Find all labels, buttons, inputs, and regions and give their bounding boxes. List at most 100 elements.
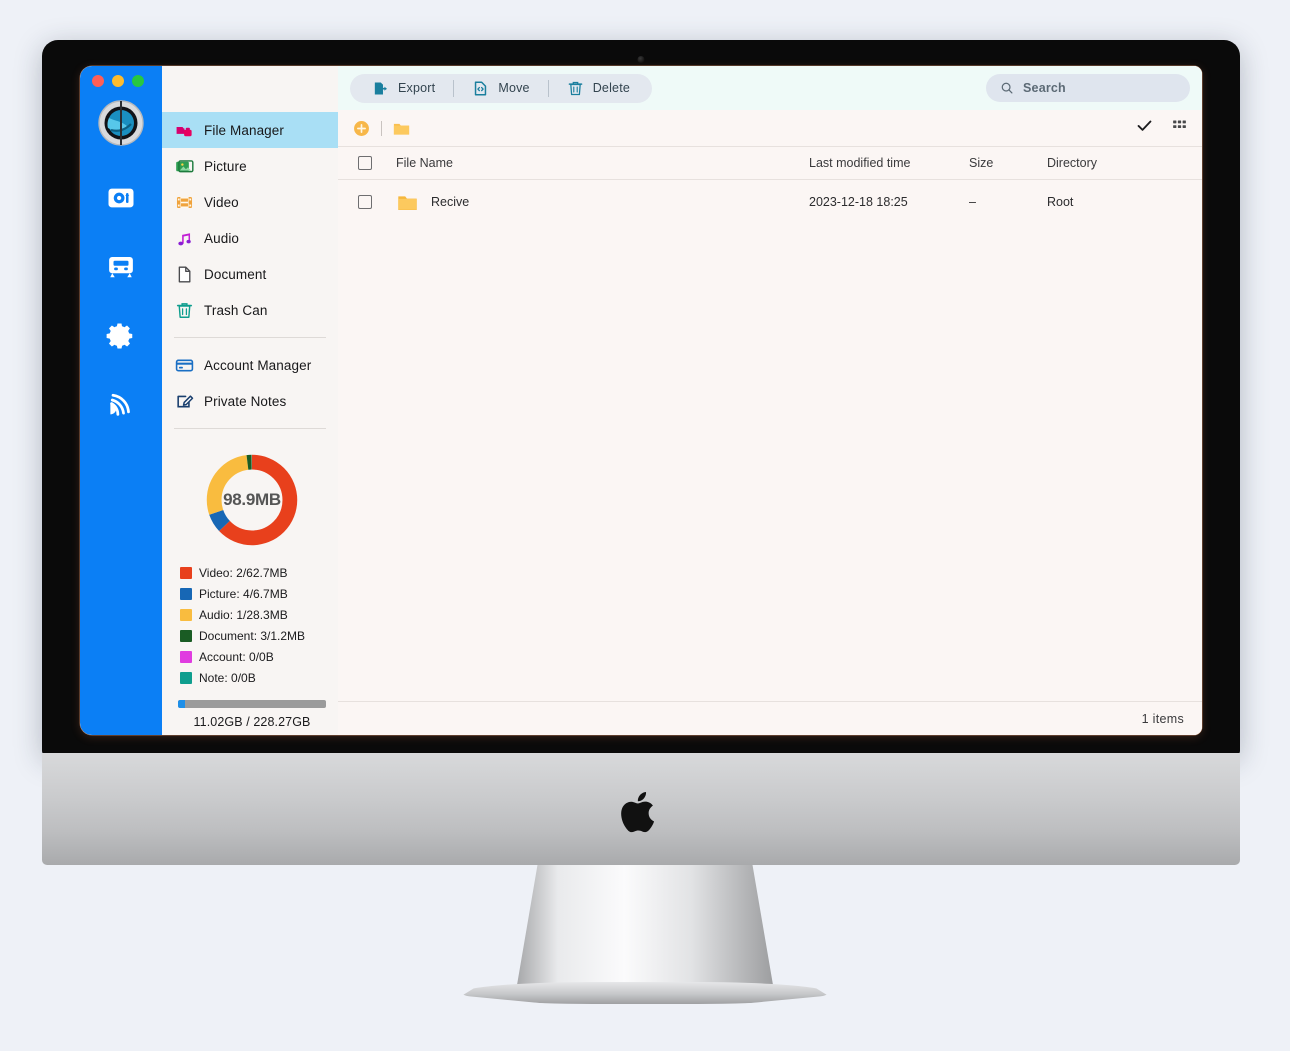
- gear-icon[interactable]: [104, 319, 138, 353]
- cell-last-modified: 2023-12-18 18:25: [809, 195, 908, 209]
- sidebar-divider-2: [174, 428, 326, 429]
- export-icon: [374, 81, 387, 95]
- icon-rail: [80, 66, 162, 735]
- cell-directory: Root: [1047, 195, 1074, 209]
- sidebar-item-label: Trash Can: [204, 302, 268, 318]
- table-row[interactable]: Recive 2023-12-18 18:25 – Root: [338, 180, 1202, 224]
- sidebar-item-audio[interactable]: Audio: [162, 220, 338, 256]
- breadcrumb-root-folder[interactable]: [392, 119, 411, 138]
- top-toolbar: Export Move Delete Search: [338, 66, 1202, 110]
- sidebar-item-label: Account Manager: [204, 357, 312, 373]
- sidebar-item-picture[interactable]: Picture: [162, 148, 338, 184]
- picture-icon: [174, 156, 194, 176]
- column-header-file-name[interactable]: File Name: [392, 156, 809, 170]
- apple-logo-icon: [621, 791, 655, 833]
- breadcrumb-separator: [381, 120, 382, 136]
- card-icon: [174, 355, 194, 375]
- export-button[interactable]: Export: [354, 74, 453, 103]
- add-folder-button[interactable]: [352, 119, 371, 138]
- checkbox-box: [358, 195, 372, 209]
- breadcrumb: [338, 110, 1202, 146]
- close-button[interactable]: [92, 75, 104, 87]
- sidebar-item-account-manager[interactable]: Account Manager: [162, 347, 338, 383]
- imac-scene: File Manager Picture Video Audio Documen…: [0, 0, 1290, 1051]
- storage-progress-fill: [178, 700, 186, 708]
- legend-swatch-document: [180, 629, 192, 642]
- sidebar-item-video[interactable]: Video: [162, 184, 338, 220]
- sidebar-divider-1: [174, 337, 326, 338]
- cell-size: –: [969, 195, 976, 209]
- status-bar: 1 items: [338, 701, 1202, 735]
- grid-view-button[interactable]: [1171, 117, 1188, 139]
- delete-button[interactable]: Delete: [549, 74, 648, 103]
- legend-label: Video: 2/62.7MB: [199, 565, 288, 580]
- move-button[interactable]: Move: [454, 74, 547, 103]
- row-checkbox[interactable]: [338, 195, 392, 209]
- storage-summary: 98.9MB Video: 2/62.7MB Picture: 4/6.7MB: [162, 438, 338, 729]
- legend-item: Picture: 4/6.7MB: [180, 583, 328, 604]
- document-icon: [174, 264, 194, 284]
- sidebar-item-label: Video: [204, 194, 239, 210]
- plus-circle-icon: [354, 120, 369, 136]
- legend-swatch-account: [180, 650, 192, 663]
- trash-icon: [568, 81, 583, 95]
- sidebar-item-label: File Manager: [204, 122, 284, 138]
- delete-label: Delete: [592, 81, 631, 95]
- legend-item: Document: 3/1.2MB: [180, 625, 328, 646]
- sidebar-item-trash-can[interactable]: Trash Can: [162, 292, 338, 328]
- file-name-text: Recive: [431, 195, 470, 209]
- check-icon: [1137, 120, 1152, 131]
- sidebar-item-document[interactable]: Document: [162, 256, 338, 292]
- storage-usage: 11.02GB / 228.27GB: [178, 700, 326, 729]
- grid-icon: [1173, 120, 1186, 129]
- cell-file-name: Recive: [392, 191, 809, 214]
- safe-icon[interactable]: [104, 181, 138, 215]
- column-header-size[interactable]: Size: [969, 156, 1047, 170]
- legend-swatch-note: [180, 671, 192, 684]
- select-all-checkbox[interactable]: [338, 156, 392, 170]
- legend-swatch-picture: [180, 587, 192, 600]
- legend-item: Video: 2/62.7MB: [180, 562, 328, 583]
- zoom-button[interactable]: [132, 75, 144, 87]
- main-panel: Export Move Delete Search File Name Last…: [338, 66, 1202, 735]
- select-all-button[interactable]: [1136, 117, 1153, 139]
- legend-label: Audio: 1/28.3MB: [199, 607, 288, 622]
- storage-legend: Video: 2/62.7MB Picture: 4/6.7MB Audio: …: [176, 562, 328, 688]
- legend-swatch-audio: [180, 608, 192, 621]
- legend-label: Picture: 4/6.7MB: [199, 586, 288, 601]
- transfer-icon[interactable]: [104, 250, 138, 284]
- storage-usage-label: 11.02GB / 228.27GB: [193, 715, 311, 729]
- app-logo-icon[interactable]: [98, 100, 144, 146]
- sidebar-item-private-notes[interactable]: Private Notes: [162, 383, 338, 419]
- search-icon: [1001, 82, 1013, 94]
- traffic-lights: [92, 75, 144, 87]
- sidebar-item-label: Picture: [204, 158, 247, 174]
- column-header-directory[interactable]: Directory: [1047, 156, 1202, 170]
- storage-progress-bar: [178, 700, 326, 708]
- item-count-label: 1 items: [1141, 711, 1184, 726]
- column-header-last-modified[interactable]: Last modified time: [809, 156, 969, 170]
- table-header: File Name Last modified time Size Direct…: [338, 146, 1202, 180]
- donut-total-label: 98.9MB: [223, 490, 281, 509]
- legend-label: Account: 0/0B: [199, 649, 274, 664]
- export-label: Export: [398, 81, 436, 95]
- imac-stand-neck: [517, 865, 773, 985]
- sidebar-item-label: Document: [204, 266, 267, 282]
- move-icon: [475, 81, 487, 95]
- legend-label: Note: 0/0B: [199, 670, 256, 685]
- sidebar-item-file-manager[interactable]: File Manager: [162, 112, 338, 148]
- nav-sidebar: File Manager Picture Video Audio Documen…: [162, 66, 338, 735]
- file-list: Recive 2023-12-18 18:25 – Root: [338, 180, 1202, 701]
- search-input[interactable]: Search: [986, 74, 1190, 102]
- file-manager-icon: [174, 120, 194, 140]
- move-label: Move: [498, 81, 530, 95]
- legend-item: Note: 0/0B: [180, 667, 328, 688]
- checkbox-box: [358, 156, 372, 170]
- legend-item: Account: 0/0B: [180, 646, 328, 667]
- cast-icon[interactable]: [104, 388, 138, 422]
- folder-icon: [393, 123, 410, 135]
- search-placeholder: Search: [1023, 81, 1066, 95]
- legend-swatch-video: [180, 566, 192, 579]
- minimize-button[interactable]: [112, 75, 124, 87]
- storage-donut-chart: 98.9MB: [176, 450, 328, 550]
